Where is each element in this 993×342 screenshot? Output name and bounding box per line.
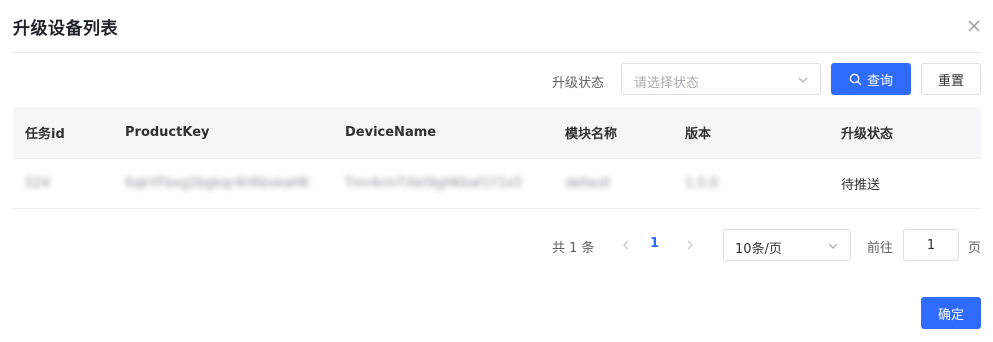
- chevron-down-icon: [798, 77, 808, 83]
- page-number-current[interactable]: 1: [650, 236, 659, 251]
- status-select-placeholder: 请选择状态: [634, 76, 700, 91]
- goto-page-input[interactable]: [903, 229, 959, 261]
- cell-version: 1.0.0: [685, 176, 719, 191]
- dialog-title: 升级设备列表: [13, 19, 118, 39]
- close-icon: [968, 20, 980, 32]
- cell-task-id: 524: [25, 176, 50, 191]
- close-button[interactable]: [962, 14, 986, 38]
- column-header-version: 版本: [685, 127, 712, 142]
- status-filter-label: 升级状态: [552, 76, 605, 91]
- query-button-label: 查询: [866, 73, 893, 89]
- cell-upgrade-status: 待推送: [841, 178, 881, 193]
- cell-product-key: 6qkYFbxg2bgkqr4hRbvkaHK: [125, 176, 310, 191]
- column-header-task-id: 任务id: [25, 127, 65, 142]
- page-size-value: 10条/页: [735, 242, 782, 257]
- column-header-module-name: 模块名称: [565, 127, 618, 142]
- chevron-down-icon: [828, 243, 838, 249]
- goto-label: 前往: [867, 241, 894, 256]
- search-icon: [849, 73, 862, 85]
- header-divider: [13, 52, 981, 53]
- table-row: 524 6qkYFbxg2bgkqr4hRbvkaHK TmrArmTXkt9g…: [13, 159, 981, 209]
- device-table: 任务id ProductKey DeviceName 模块名称 版本 升级状态 …: [13, 107, 981, 209]
- column-header-device-name: DeviceName: [345, 125, 437, 140]
- pagination: 共 1 条 1 10条/页 前往 页: [0, 229, 993, 261]
- chevron-left-icon[interactable]: [618, 237, 634, 253]
- status-select[interactable]: 请选择状态: [621, 63, 821, 95]
- cell-module-name: default: [565, 176, 611, 191]
- table-header-row: 任务id ProductKey DeviceName 模块名称 版本 升级状态: [13, 107, 981, 159]
- reset-button[interactable]: 重置: [921, 63, 981, 95]
- page-size-select[interactable]: 10条/页: [723, 229, 851, 261]
- column-header-upgrade-status: 升级状态: [841, 127, 894, 142]
- dialog-header: 升级设备列表: [0, 0, 993, 52]
- chevron-right-icon[interactable]: [682, 237, 698, 253]
- query-button[interactable]: 查询: [831, 63, 911, 95]
- confirm-button[interactable]: 确定: [921, 297, 981, 329]
- pagination-total: 共 1 条: [552, 241, 595, 256]
- upgrade-device-dialog: 升级设备列表 升级状态 请选择状态 查询 重置 任务id ProductKey …: [0, 0, 993, 342]
- reset-button-label: 重置: [937, 73, 964, 89]
- cell-device-name: TmrArmTXkt9gHKkaf1Y1x5: [345, 176, 523, 191]
- confirm-button-label: 确定: [937, 307, 964, 323]
- page-unit-label: 页: [968, 241, 982, 256]
- column-header-product-key: ProductKey: [125, 125, 210, 140]
